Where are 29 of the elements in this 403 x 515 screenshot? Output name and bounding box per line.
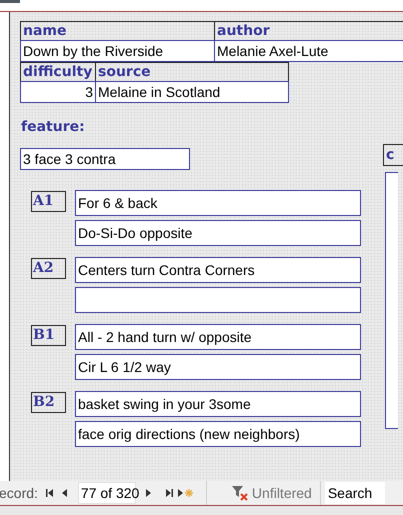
filter-off-icon: [230, 485, 249, 501]
source-field[interactable]: Melaine in Scotland: [95, 81, 289, 103]
figure-field[interactable]: Cir L 6 1/2 way: [75, 354, 361, 380]
figure-field[interactable]: Centers turn Contra Corners: [75, 257, 361, 283]
figure-field[interactable]: For 6 & back: [75, 190, 361, 216]
figure-field[interactable]: face orig directions (new neighbors): [75, 421, 361, 447]
figure-label: B1: [31, 325, 66, 346]
figure-field[interactable]: basket swing in your 3some: [75, 391, 361, 417]
first-icon: [46, 488, 56, 498]
difficulty-field[interactable]: 3: [20, 81, 96, 103]
last-icon: [164, 488, 174, 498]
feature-label: feature:: [21, 119, 85, 135]
figure-field[interactable]: [75, 287, 361, 313]
figure-label: A1: [31, 191, 66, 212]
new-record-icon: [176, 488, 195, 498]
figure-label: B2: [31, 392, 66, 413]
figure-field[interactable]: Do-Si-Do opposite: [75, 220, 361, 246]
previous-icon: [60, 488, 70, 498]
tab-edge: [0, 0, 20, 3]
side-field[interactable]: [385, 172, 398, 429]
search-field[interactable]: Search: [324, 482, 385, 504]
figure-label: A2: [31, 258, 66, 279]
name-field[interactable]: Down by the Riverside: [20, 40, 215, 62]
figure-field[interactable]: All - 2 hand turn w/ opposite: [75, 324, 361, 350]
field-label: c: [383, 144, 403, 166]
feature-field[interactable]: 3 face 3 contra: [20, 148, 190, 170]
next-icon: [144, 488, 154, 498]
author-field[interactable]: Melanie Axel-Lute: [214, 40, 403, 62]
filter-button[interactable]: Unfiltered: [216, 485, 320, 501]
